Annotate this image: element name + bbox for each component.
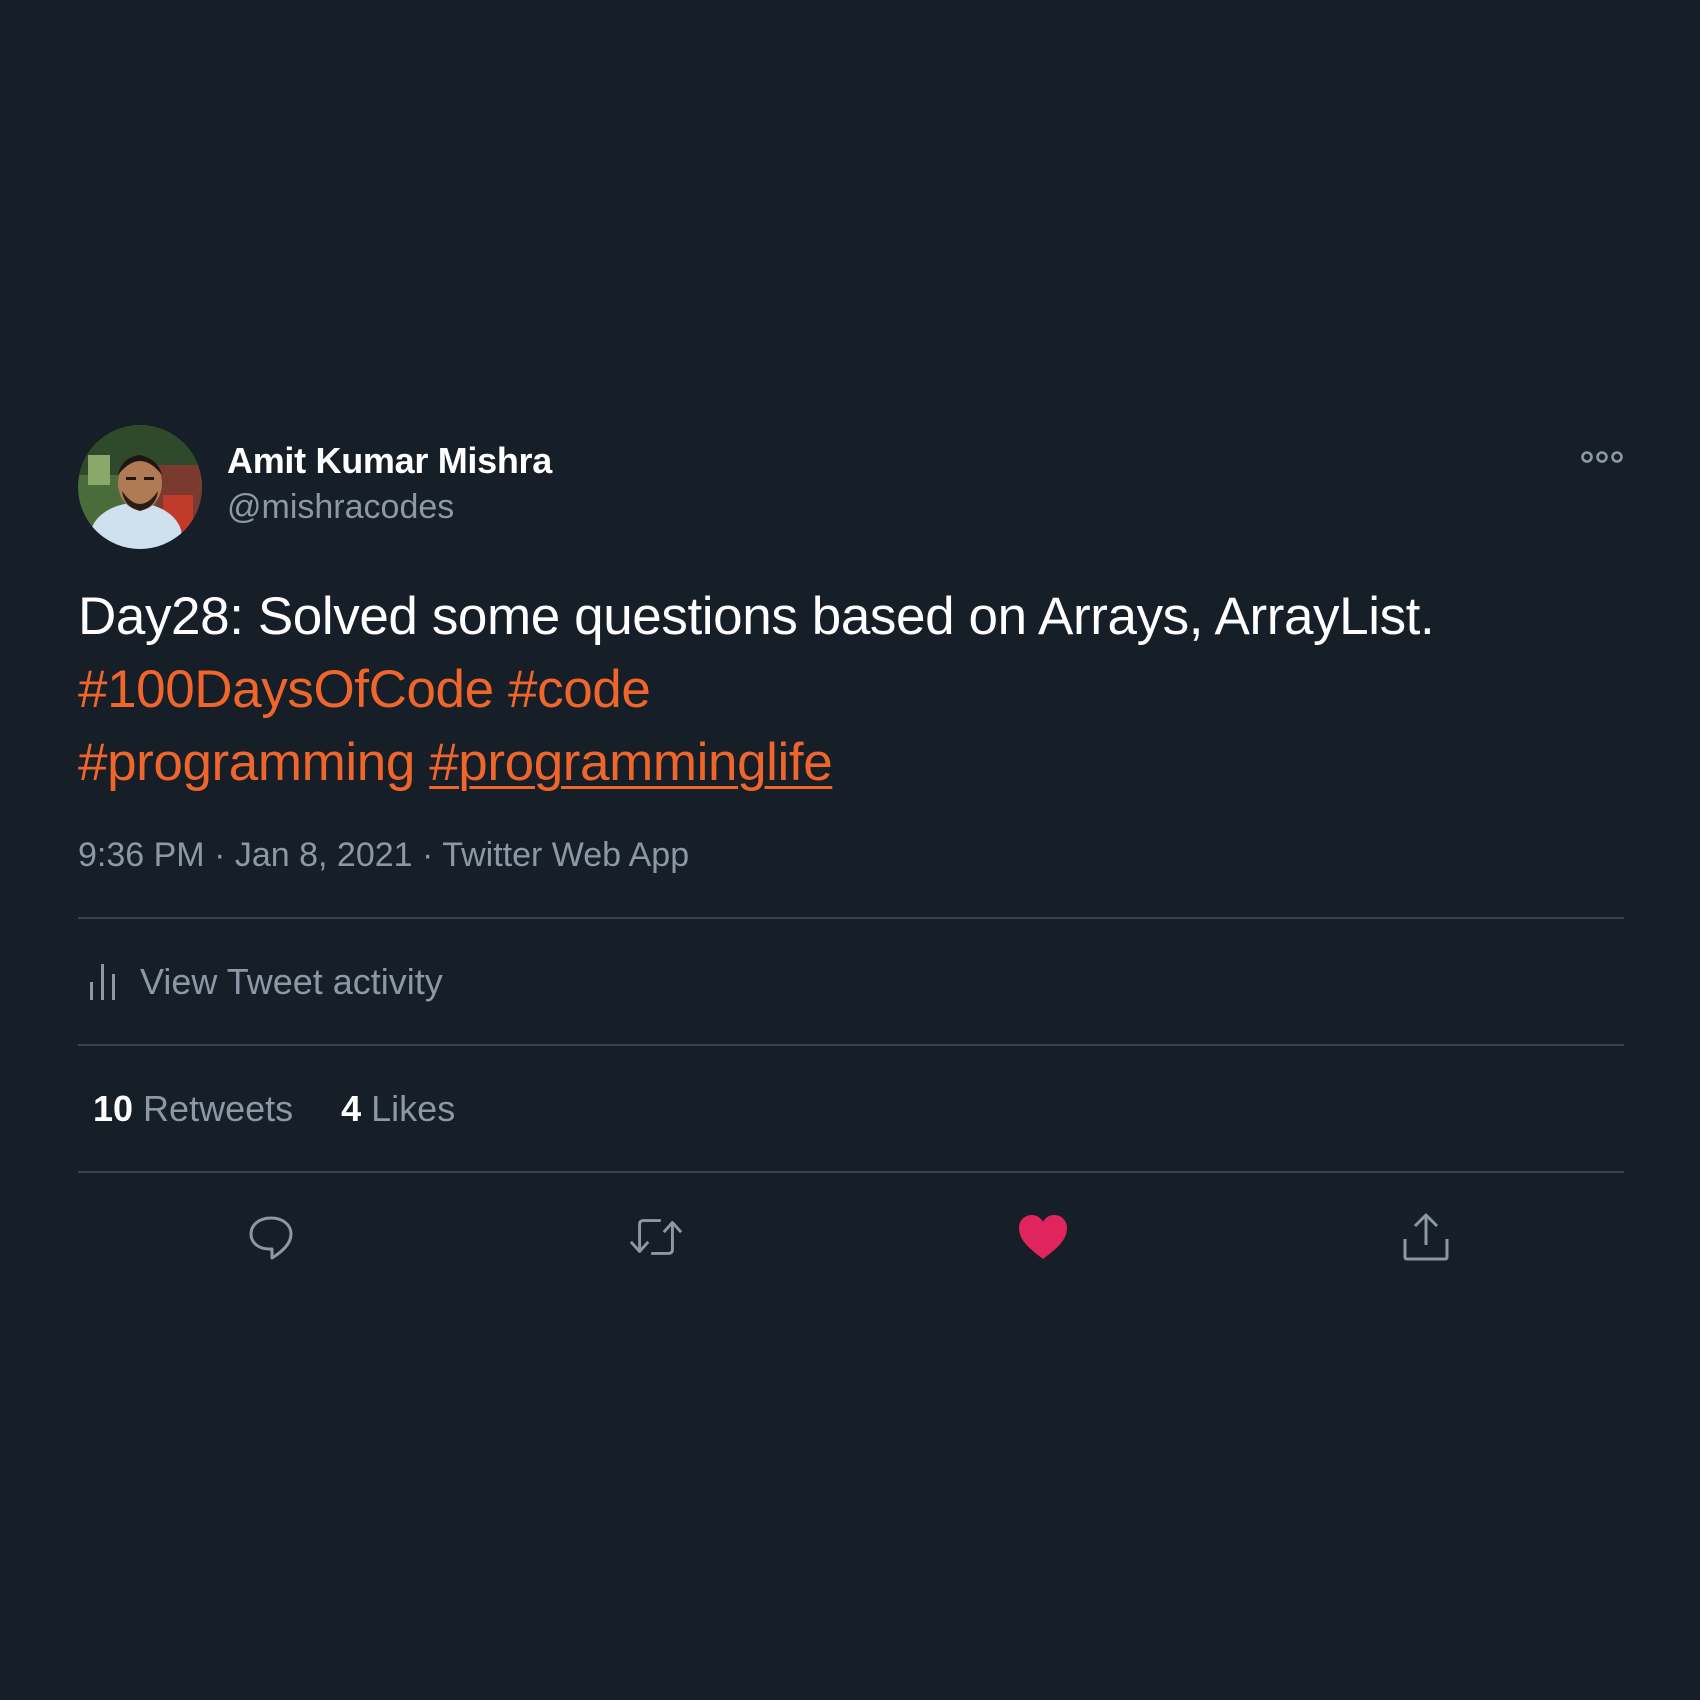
- hashtag-line-2: #programming #programminglife: [78, 726, 1624, 799]
- more-options-icon[interactable]: [1580, 447, 1624, 467]
- hashtag-link[interactable]: #programming: [78, 733, 415, 792]
- retweets-label: Retweets: [143, 1087, 294, 1129]
- tweet-time[interactable]: 9:36 PM: [78, 836, 205, 874]
- view-tweet-activity-button[interactable]: View Tweet activity: [78, 919, 1624, 1044]
- likes-count: 4: [341, 1087, 362, 1129]
- hashtag-link[interactable]: #programminglife: [429, 733, 832, 792]
- meta-separator: ·: [422, 836, 434, 874]
- analytics-icon: [88, 962, 118, 1002]
- retweets-count: 10: [93, 1087, 134, 1129]
- hashtag-link[interactable]: #100DaysOfCode: [78, 660, 494, 719]
- meta-separator: ·: [214, 836, 226, 874]
- activity-label: View Tweet activity: [140, 960, 443, 1002]
- tweet-date[interactable]: Jan 8, 2021: [235, 836, 413, 874]
- author-names: Amit Kumar Mishra @mishracodes: [227, 439, 552, 531]
- retweets-stat[interactable]: 10 Retweets: [93, 1088, 293, 1130]
- display-name[interactable]: Amit Kumar Mishra: [227, 439, 552, 483]
- tweet-source[interactable]: Twitter Web App: [442, 836, 689, 874]
- hashtag-link[interactable]: #code: [508, 660, 651, 719]
- hashtag-line-1: #100DaysOfCode #code: [78, 653, 1624, 726]
- tweet: Amit Kumar Mishra @mishracodes Day28: So…: [78, 425, 1624, 1298]
- likes-stat[interactable]: 4 Likes: [341, 1088, 455, 1130]
- avatar[interactable]: [78, 425, 202, 549]
- tweet-text: Day28: Solved some questions based on Ar…: [78, 580, 1624, 799]
- tweet-meta: 9:36 PM · Jan 8, 2021 · Twitter Web App: [78, 833, 1624, 877]
- user-handle[interactable]: @mishracodes: [227, 483, 552, 531]
- tweet-header: Amit Kumar Mishra @mishracodes: [78, 425, 1624, 550]
- reply-icon[interactable]: [243, 1209, 299, 1265]
- tweet-stats: 10 Retweets 4 Likes: [78, 1046, 1624, 1171]
- heart-icon[interactable]: [1015, 1209, 1071, 1265]
- share-icon[interactable]: [1398, 1209, 1454, 1265]
- likes-label: Likes: [371, 1087, 456, 1129]
- tweet-actions: [78, 1173, 1624, 1298]
- tweet-text-line: Day28: Solved some questions based on Ar…: [78, 587, 1435, 646]
- retweet-icon[interactable]: [628, 1209, 684, 1265]
